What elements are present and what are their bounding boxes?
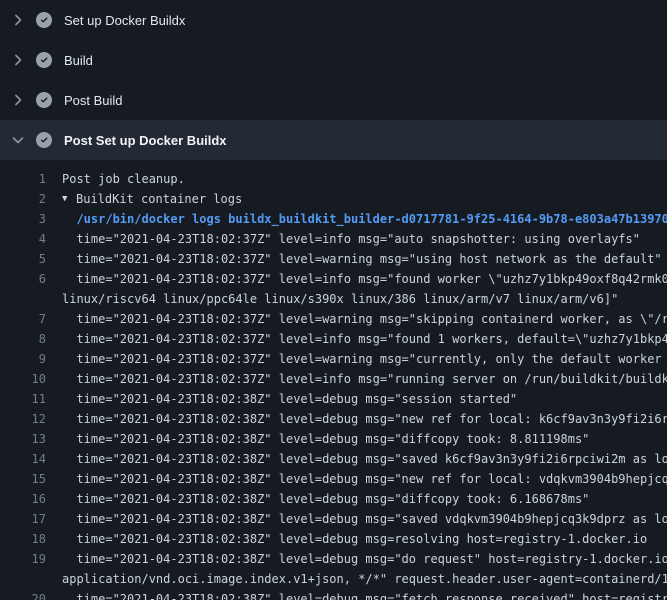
check-circle-icon: [36, 12, 52, 28]
log-line: 4 time="2021-04-23T18:02:37Z" level=info…: [0, 229, 667, 249]
chevron-right-icon: [10, 12, 26, 28]
log-line: 20 time="2021-04-23T18:02:38Z" level=deb…: [0, 589, 667, 600]
check-circle-icon: [36, 52, 52, 68]
command-text: /usr/bin/docker logs buildx_buildkit_bui…: [62, 209, 667, 229]
log-line: 2▼BuildKit container logs: [0, 189, 667, 209]
log-line: 1Post job cleanup.: [0, 169, 667, 189]
log-text: time="2021-04-23T18:02:37Z" level=info m…: [62, 329, 667, 349]
step-label: Build: [64, 53, 93, 68]
step-label: Set up Docker Buildx: [64, 13, 185, 28]
line-number[interactable]: 12: [0, 409, 62, 429]
log-text: time="2021-04-23T18:02:37Z" level=warnin…: [62, 349, 667, 369]
log-line: 14 time="2021-04-23T18:02:38Z" level=deb…: [0, 449, 667, 469]
chevron-right-icon: [10, 92, 26, 108]
log-text: Post job cleanup.: [62, 169, 185, 189]
log-line: 15 time="2021-04-23T18:02:38Z" level=deb…: [0, 469, 667, 489]
chevron-down-icon: [10, 132, 26, 148]
line-number[interactable]: 6: [0, 269, 62, 289]
log-line: 11 time="2021-04-23T18:02:38Z" level=deb…: [0, 389, 667, 409]
log-text: time="2021-04-23T18:02:38Z" level=debug …: [62, 549, 667, 569]
log-line: 17 time="2021-04-23T18:02:38Z" level=deb…: [0, 509, 667, 529]
step-label: Post Set up Docker Buildx: [64, 133, 227, 148]
line-number[interactable]: 20: [0, 589, 62, 600]
step-header-post-set-up-docker-buildx[interactable]: Post Set up Docker Buildx: [0, 120, 667, 160]
line-number[interactable]: 1: [0, 169, 62, 189]
log-line: 13 time="2021-04-23T18:02:38Z" level=deb…: [0, 429, 667, 449]
log-text: time="2021-04-23T18:02:37Z" level=info m…: [62, 229, 640, 249]
log-text: time="2021-04-23T18:02:38Z" level=debug …: [62, 429, 589, 449]
log-line: 6 time="2021-04-23T18:02:37Z" level=info…: [0, 269, 667, 289]
log-line: 5 time="2021-04-23T18:02:37Z" level=warn…: [0, 249, 667, 269]
line-number[interactable]: 4: [0, 229, 62, 249]
log-panel: 1Post job cleanup.2▼BuildKit container l…: [0, 160, 667, 600]
step-header-build[interactable]: Build: [0, 40, 667, 80]
log-text: time="2021-04-23T18:02:38Z" level=debug …: [62, 529, 647, 549]
line-number[interactable]: 19: [0, 549, 62, 569]
log-text: time="2021-04-23T18:02:37Z" level=warnin…: [62, 309, 667, 329]
log-text: time="2021-04-23T18:02:38Z" level=debug …: [62, 589, 667, 600]
log-line: 3 /usr/bin/docker logs buildx_buildkit_b…: [0, 209, 667, 229]
line-number: [0, 569, 62, 589]
log-text: time="2021-04-23T18:02:38Z" level=debug …: [62, 409, 667, 429]
line-number[interactable]: 10: [0, 369, 62, 389]
line-number[interactable]: 2: [0, 189, 62, 209]
log-text: linux/riscv64 linux/ppc64le linux/s390x …: [62, 289, 618, 309]
log-text: time="2021-04-23T18:02:37Z" level=info m…: [62, 269, 667, 289]
log-line: 8 time="2021-04-23T18:02:37Z" level=info…: [0, 329, 667, 349]
line-number[interactable]: 3: [0, 209, 62, 229]
line-number[interactable]: 17: [0, 509, 62, 529]
log-line: 18 time="2021-04-23T18:02:38Z" level=deb…: [0, 529, 667, 549]
line-number[interactable]: 8: [0, 329, 62, 349]
log-text: time="2021-04-23T18:02:38Z" level=debug …: [62, 469, 667, 489]
step-label: Post Build: [64, 93, 123, 108]
log-text: time="2021-04-23T18:02:38Z" level=debug …: [62, 489, 589, 509]
log-line: 16 time="2021-04-23T18:02:38Z" level=deb…: [0, 489, 667, 509]
step-header-set-up-docker-buildx[interactable]: Set up Docker Buildx: [0, 0, 667, 40]
log-line: 9 time="2021-04-23T18:02:37Z" level=warn…: [0, 349, 667, 369]
line-number[interactable]: 15: [0, 469, 62, 489]
line-number[interactable]: 11: [0, 389, 62, 409]
line-number[interactable]: 5: [0, 249, 62, 269]
log-line: 12 time="2021-04-23T18:02:38Z" level=deb…: [0, 409, 667, 429]
chevron-right-icon: [10, 52, 26, 68]
group-toggle-icon[interactable]: ▼: [62, 189, 76, 209]
step-header-post-build[interactable]: Post Build: [0, 80, 667, 120]
log-text: time="2021-04-23T18:02:38Z" level=debug …: [62, 449, 667, 469]
log-text: application/vnd.oci.image.index.v1+json,…: [62, 569, 667, 589]
step-header-list: Set up Docker Buildx Build Post Build Post …: [0, 0, 667, 160]
log-line: 7 time="2021-04-23T18:02:37Z" level=warn…: [0, 309, 667, 329]
log-line: application/vnd.oci.image.index.v1+json,…: [0, 569, 667, 589]
log-text: time="2021-04-23T18:02:38Z" level=debug …: [62, 509, 667, 529]
log-text: time="2021-04-23T18:02:37Z" level=warnin…: [62, 249, 662, 269]
line-number[interactable]: 13: [0, 429, 62, 449]
line-number[interactable]: 14: [0, 449, 62, 469]
check-circle-icon: [36, 132, 52, 148]
line-number[interactable]: 9: [0, 349, 62, 369]
line-number[interactable]: 18: [0, 529, 62, 549]
log-line: 10 time="2021-04-23T18:02:37Z" level=inf…: [0, 369, 667, 389]
line-number[interactable]: 7: [0, 309, 62, 329]
log-line: linux/riscv64 linux/ppc64le linux/s390x …: [0, 289, 667, 309]
log-text: time="2021-04-23T18:02:38Z" level=debug …: [62, 389, 517, 409]
log-text: time="2021-04-23T18:02:37Z" level=info m…: [62, 369, 667, 389]
line-number[interactable]: 16: [0, 489, 62, 509]
check-circle-icon: [36, 92, 52, 108]
workflow-log-viewer: Set up Docker Buildx Build Post Build Post …: [0, 0, 667, 600]
log-line: 19 time="2021-04-23T18:02:38Z" level=deb…: [0, 549, 667, 569]
line-number: [0, 289, 62, 309]
log-text[interactable]: BuildKit container logs: [76, 189, 242, 209]
